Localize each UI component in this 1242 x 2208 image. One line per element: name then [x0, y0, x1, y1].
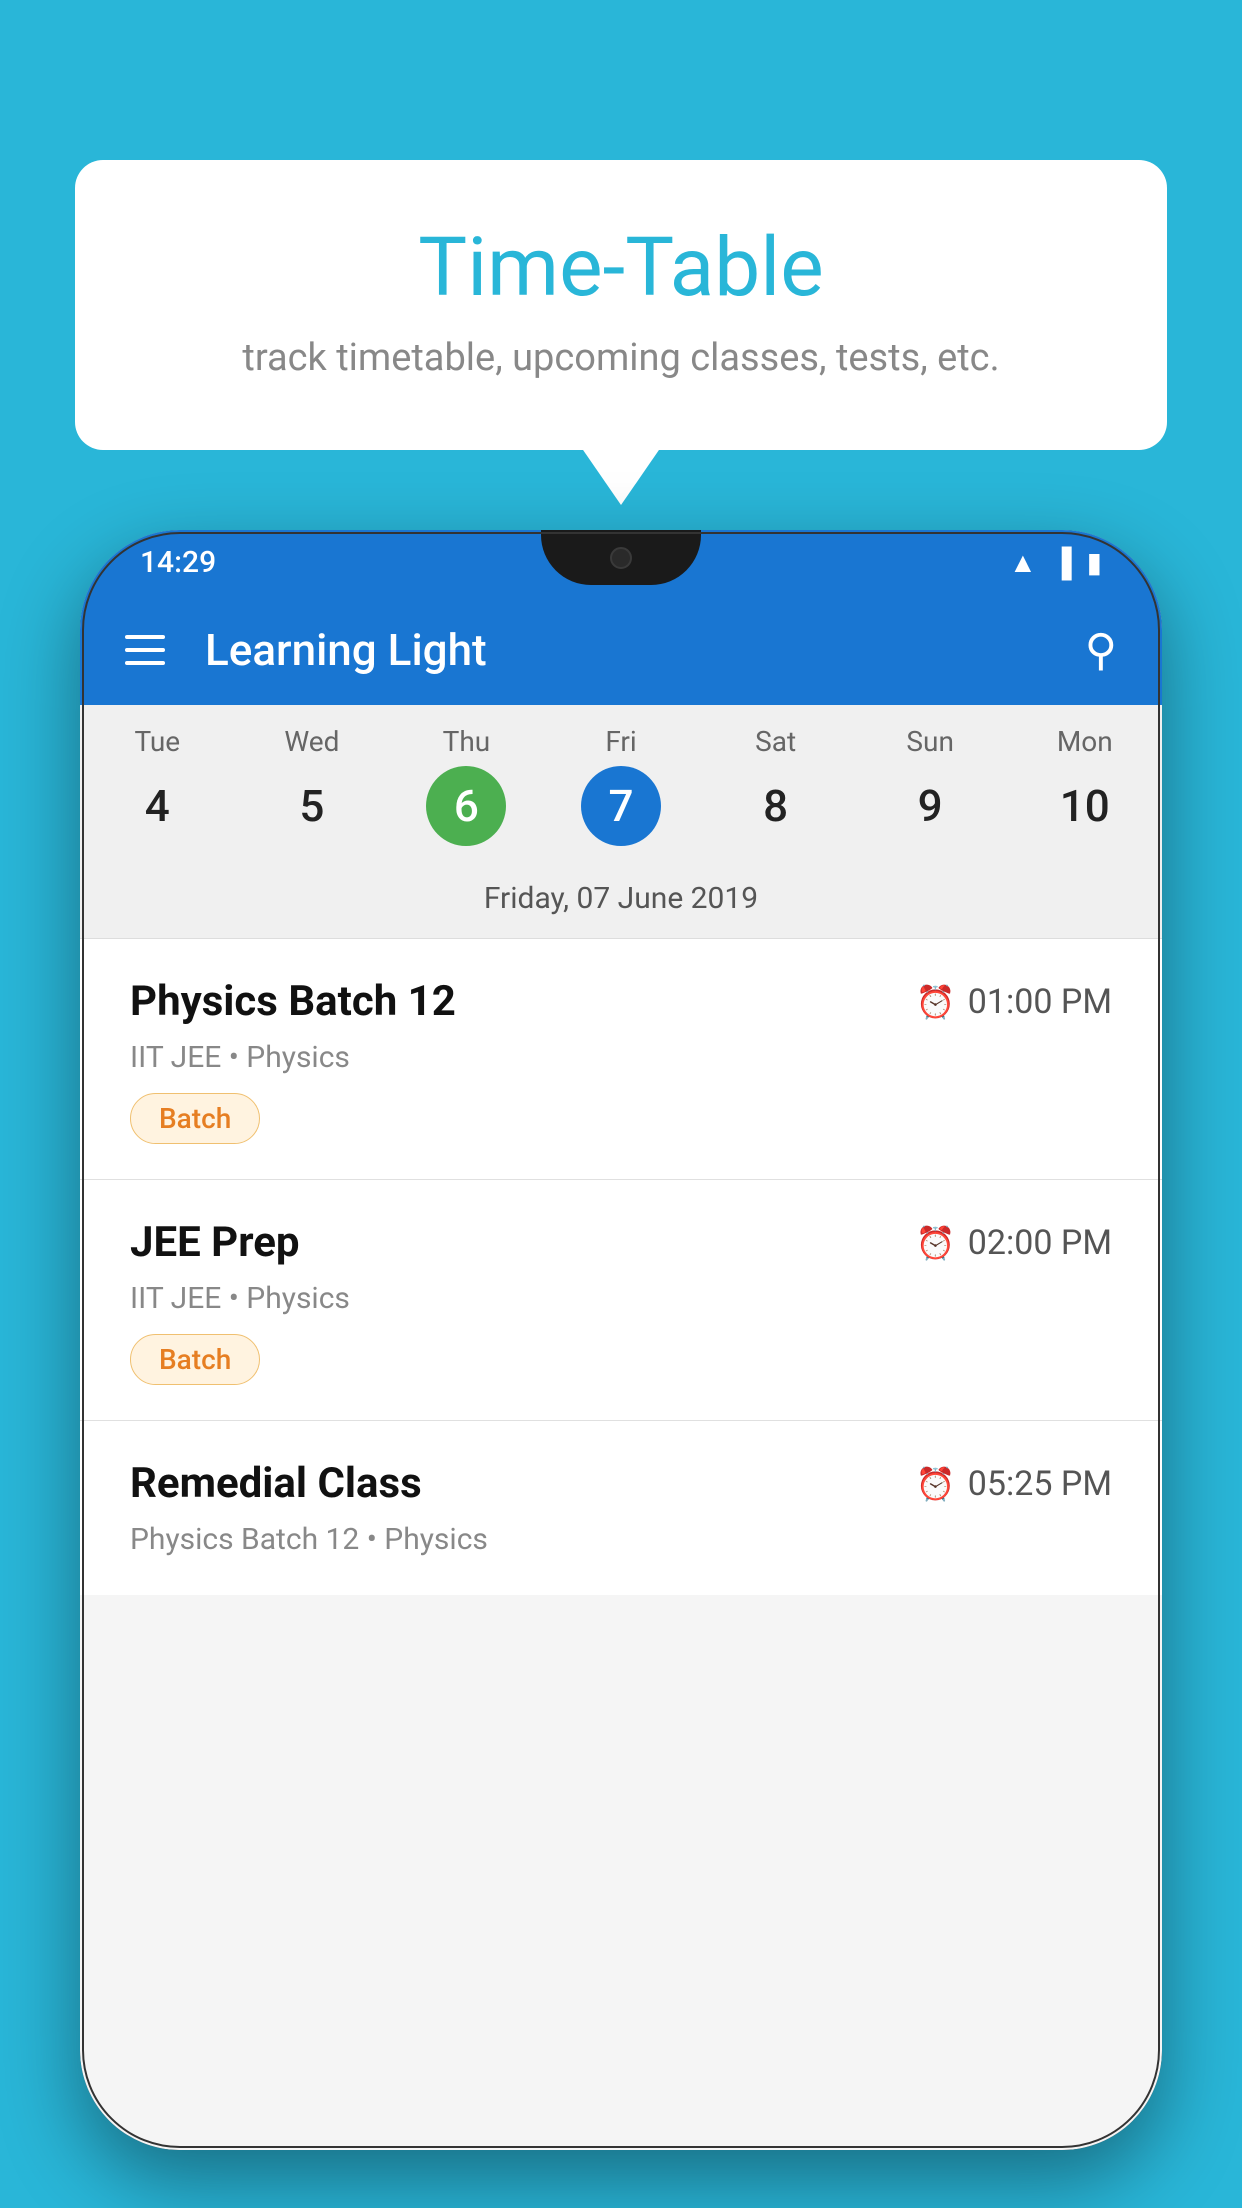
schedule-title-1: JEE Prep: [130, 1218, 300, 1267]
signal-icon: ▐: [1052, 546, 1072, 579]
schedule-item-2[interactable]: Remedial Class ⏰ 05:25 PM Physics Batch …: [80, 1421, 1162, 1595]
schedule-item-0[interactable]: Physics Batch 12 ⏰ 01:00 PM IIT JEE • Ph…: [80, 939, 1162, 1180]
battery-icon: ▮: [1087, 546, 1102, 579]
schedule-subtitle-2: Physics Batch 12 • Physics: [130, 1522, 1112, 1557]
schedule-item-header-0: Physics Batch 12 ⏰ 01:00 PM: [130, 977, 1112, 1026]
search-icon[interactable]: ⚲: [1085, 624, 1117, 676]
menu-button[interactable]: [125, 635, 165, 665]
schedule-item-1[interactable]: JEE Prep ⏰ 02:00 PM IIT JEE • Physics Ba…: [80, 1180, 1162, 1421]
app-bar: Learning Light ⚲: [80, 595, 1162, 705]
day-name-2: Thu: [443, 725, 491, 758]
day-col-0[interactable]: Tue 4: [80, 725, 235, 846]
day-col-2[interactable]: Thu 6: [389, 725, 544, 846]
clock-icon-0: ⏰: [916, 983, 956, 1021]
schedule-time-2: ⏰ 05:25 PM: [916, 1464, 1112, 1504]
day-name-5: Sun: [906, 725, 954, 758]
bubble-subtitle: track timetable, upcoming classes, tests…: [155, 336, 1087, 380]
schedule-time-label-0: 01:00 PM: [968, 982, 1112, 1022]
status-icons: ▲ ▐ ▮: [1009, 546, 1102, 579]
day-name-6: Mon: [1057, 725, 1113, 758]
phone-screen: 14:29 ▲ ▐ ▮ Learning Light: [80, 530, 1162, 2150]
batch-badge-0: Batch: [130, 1093, 260, 1144]
day-col-4[interactable]: Sat 8: [698, 725, 853, 846]
wifi-icon: ▲: [1009, 546, 1037, 579]
schedule-time-label-2: 05:25 PM: [968, 1464, 1112, 1504]
status-time: 14:29: [140, 545, 216, 580]
day-name-0: Tue: [134, 725, 180, 758]
phone-container: 14:29 ▲ ▐ ▮ Learning Light: [80, 530, 1162, 2208]
app-title: Learning Light: [205, 624, 1045, 676]
day-name-3: Fri: [605, 725, 636, 758]
clock-icon-2: ⏰: [916, 1465, 956, 1503]
day-col-1[interactable]: Wed 5: [235, 725, 390, 846]
schedule-time-0: ⏰ 01:00 PM: [916, 982, 1112, 1022]
day-col-3[interactable]: Fri 7: [544, 725, 699, 846]
schedule-subtitle-1: IIT JEE • Physics: [130, 1281, 1112, 1316]
notch: [541, 530, 701, 585]
schedule-title-2: Remedial Class: [130, 1459, 422, 1508]
batch-badge-1: Batch: [130, 1334, 260, 1385]
schedule-item-header-1: JEE Prep ⏰ 02:00 PM: [130, 1218, 1112, 1267]
speech-bubble: Time-Table track timetable, upcoming cla…: [75, 160, 1167, 450]
day-num-4: 8: [736, 766, 816, 846]
day-num-2: 6: [426, 766, 506, 846]
day-col-5[interactable]: Sun 9: [853, 725, 1008, 846]
selected-date-label: Friday, 07 June 2019: [484, 881, 758, 916]
day-num-3: 7: [581, 766, 661, 846]
schedule-subtitle-0: IIT JEE • Physics: [130, 1040, 1112, 1075]
bubble-title: Time-Table: [155, 220, 1087, 316]
day-name-1: Wed: [284, 725, 339, 758]
schedule-time-label-1: 02:00 PM: [968, 1223, 1112, 1263]
date-label-bar: Friday, 07 June 2019: [80, 866, 1162, 939]
clock-icon-1: ⏰: [916, 1224, 956, 1262]
phone-frame: 14:29 ▲ ▐ ▮ Learning Light: [80, 530, 1162, 2150]
schedule-time-1: ⏰ 02:00 PM: [916, 1223, 1112, 1263]
schedule-list: Physics Batch 12 ⏰ 01:00 PM IIT JEE • Ph…: [80, 939, 1162, 1595]
calendar-header: Tue 4 Wed 5 Thu 6 Fri 7 Sat 8: [80, 705, 1162, 866]
schedule-item-header-2: Remedial Class ⏰ 05:25 PM: [130, 1459, 1112, 1508]
day-name-4: Sat: [755, 725, 796, 758]
schedule-title-0: Physics Batch 12: [130, 977, 456, 1026]
day-num-0: 4: [117, 766, 197, 846]
day-col-6[interactable]: Mon 10: [1007, 725, 1162, 846]
status-bar: 14:29 ▲ ▐ ▮: [80, 530, 1162, 595]
camera: [610, 547, 632, 569]
day-num-6: 10: [1045, 766, 1125, 846]
day-num-1: 5: [272, 766, 352, 846]
day-num-5: 9: [890, 766, 970, 846]
